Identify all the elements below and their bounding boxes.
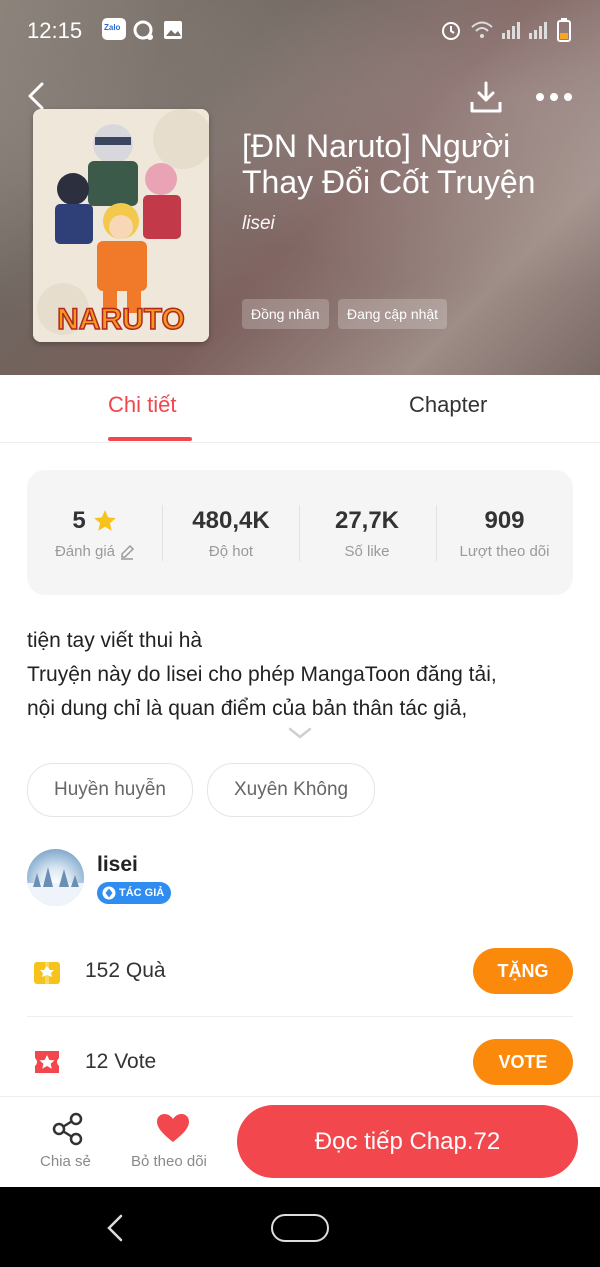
alarm-icon xyxy=(442,22,460,40)
author-badge: TÁC GIẢ xyxy=(97,882,172,904)
continue-reading-button[interactable]: Đọc tiếp Chap.72 xyxy=(237,1105,578,1178)
back-icon[interactable] xyxy=(24,80,48,112)
tab-divider xyxy=(0,442,600,443)
row-divider xyxy=(27,1016,573,1017)
cover-logo: NARUTO xyxy=(57,303,185,336)
chevron-down-icon[interactable] xyxy=(287,725,313,741)
heart-icon[interactable] xyxy=(155,1112,191,1144)
share-icon[interactable] xyxy=(51,1112,85,1146)
stat-followers: 909 Lượt theo dõi xyxy=(436,470,573,595)
description-line: nội dung chỉ là quan điểm của bản thân t… xyxy=(27,697,468,720)
signal-icon-2 xyxy=(529,22,547,39)
zalo-icon: Zalo xyxy=(102,18,126,40)
active-tab-indicator xyxy=(108,437,192,441)
stat-rating[interactable]: 5 Đánh giá xyxy=(27,470,163,595)
author-avatar[interactable] xyxy=(27,849,84,906)
status-time: 12:15 xyxy=(27,18,83,43)
zalo-icon-label: Zalo xyxy=(104,23,121,32)
tab-chapter[interactable]: Chapter xyxy=(409,392,487,418)
image-icon xyxy=(164,21,182,39)
gifts-count: 152 Quà xyxy=(85,959,166,982)
book-author[interactable]: lisei xyxy=(242,213,275,235)
status-bar: 12:15 Zalo xyxy=(0,0,600,60)
stat-hot: 480,4K Độ hot xyxy=(163,470,299,595)
tag-fanfiction[interactable]: Đồng nhân xyxy=(242,299,329,329)
followers-label: Lượt theo dõi xyxy=(459,543,550,560)
give-gift-button[interactable]: TẶNG xyxy=(473,948,573,994)
followers-value: 909 xyxy=(484,507,525,534)
author-badge-label: TÁC GIẢ xyxy=(119,887,165,899)
diamond-icon xyxy=(102,886,116,900)
system-navigation-bar xyxy=(0,1187,600,1267)
description-line: Truyện này do lisei cho phép MangaToon đ… xyxy=(27,663,497,686)
book-title: [ĐN Naruto] Người Thay Đổi Cốt Truyện xyxy=(242,128,536,200)
unfollow-label[interactable]: Bỏ theo dõi xyxy=(131,1153,207,1170)
book-cover[interactable]: NARUTO xyxy=(33,109,209,342)
cover-illustration: NARUTO xyxy=(33,109,209,342)
tag-updating[interactable]: Đang cập nhật xyxy=(338,299,448,329)
votes-count: 12 Vote xyxy=(85,1050,157,1073)
gift-icon xyxy=(34,962,60,984)
genre-chip[interactable]: Huyền huyễn xyxy=(27,763,193,817)
stats-panel: 5 Đánh giá 480,4K Độ hot 27,7K Số like 9… xyxy=(27,470,573,595)
avatar-image xyxy=(27,867,84,906)
rating-value: 5 xyxy=(72,507,86,534)
more-options-icon[interactable] xyxy=(534,90,574,104)
system-home-button[interactable] xyxy=(271,1214,329,1242)
stat-likes: 27,7K Số like xyxy=(299,470,435,595)
hot-label: Độ hot xyxy=(208,543,254,560)
rating-label: Đánh giá xyxy=(54,543,116,560)
chat-icon xyxy=(133,20,153,40)
tab-details[interactable]: Chi tiết xyxy=(108,392,176,418)
author-name[interactable]: lisei xyxy=(97,853,138,877)
vote-ticket-icon xyxy=(35,1051,59,1073)
vote-button[interactable]: VOTE xyxy=(473,1039,573,1085)
likes-value: 27,7K xyxy=(334,507,400,534)
description-line: tiện tay viết thui hà xyxy=(27,629,203,652)
star-icon xyxy=(93,510,116,531)
signal-icon-1 xyxy=(502,22,520,39)
hot-value: 480,4K xyxy=(192,507,270,534)
share-label[interactable]: Chia sẻ xyxy=(40,1153,91,1170)
battery-icon xyxy=(557,18,571,42)
book-description[interactable]: tiện tay viết thui hà Truyện này do lise… xyxy=(27,624,577,726)
edit-icon[interactable] xyxy=(119,544,135,560)
download-icon[interactable] xyxy=(468,80,504,116)
wifi-icon xyxy=(471,21,493,38)
genre-chip[interactable]: Xuyên Không xyxy=(207,763,376,817)
system-back-icon[interactable] xyxy=(104,1213,126,1243)
likes-label: Số like xyxy=(344,543,390,560)
